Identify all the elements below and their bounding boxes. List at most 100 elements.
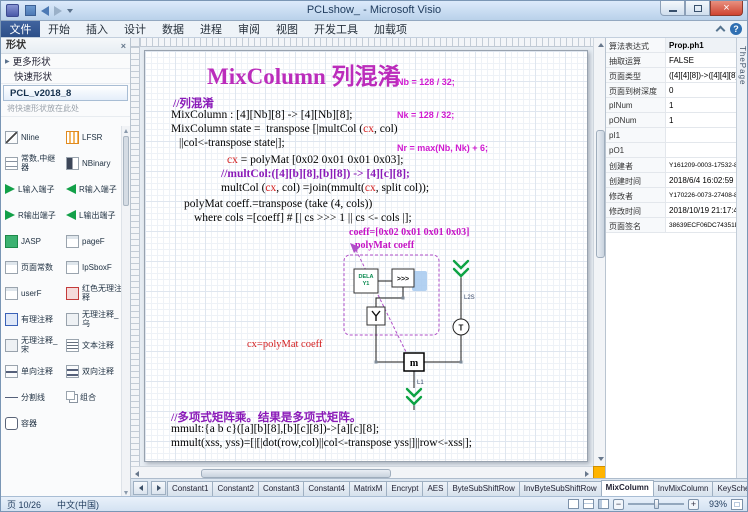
scrollbar-thumb[interactable] bbox=[201, 469, 391, 478]
ribbon-tab-developer[interactable]: 开发工具 bbox=[306, 21, 366, 37]
ribbon-tab-view[interactable]: 视图 bbox=[268, 21, 306, 37]
stencil-item-pagef[interactable]: pageF bbox=[63, 230, 124, 252]
stencil-item-constant[interactable]: 常数,中继器 bbox=[2, 152, 63, 174]
page-tab[interactable]: Constant3 bbox=[258, 481, 304, 496]
stencil-item-container[interactable]: 容器 bbox=[2, 412, 63, 434]
comment-icon bbox=[66, 313, 79, 326]
page-tab[interactable]: Constant1 bbox=[167, 481, 213, 496]
page-tab[interactable]: ByteSubShiftRow bbox=[447, 481, 519, 496]
ribbon-tab-data[interactable]: 数据 bbox=[154, 21, 192, 37]
stencil-item-text-comment[interactable]: 文本注释 bbox=[63, 334, 124, 356]
ribbon-right-controls: ? bbox=[717, 21, 747, 37]
page-tab[interactable]: InvMixColumn bbox=[653, 481, 714, 496]
thepage-panel-tab[interactable]: ThePage bbox=[738, 46, 747, 85]
scroll-right-icon[interactable] bbox=[585, 471, 589, 477]
page-viewport: MixColumn 列混淆 Nb = 128 / 32; Nk = 128 / … bbox=[140, 47, 593, 466]
more-shapes-button[interactable]: ▶ 更多形状 bbox=[1, 54, 130, 69]
delay-shape[interactable]: DELA Y1 bbox=[354, 269, 378, 293]
stencil-item-jasp[interactable]: JASP bbox=[2, 230, 63, 252]
stencil-item-nline[interactable]: Nline bbox=[2, 126, 63, 148]
lfsr-icon bbox=[66, 131, 79, 144]
page-tab[interactable]: Constant2 bbox=[212, 481, 258, 496]
two-way-icon bbox=[66, 365, 79, 378]
page-tab[interactable]: Constant4 bbox=[303, 481, 349, 496]
scroll-down-icon[interactable] bbox=[598, 457, 604, 461]
ribbon-file-tab[interactable]: 文件 bbox=[1, 21, 40, 37]
zoom-in-button[interactable]: + bbox=[688, 499, 699, 510]
scroll-up-icon[interactable] bbox=[124, 129, 128, 133]
stencil-item-comment-wu[interactable]: 无理注释_乌 bbox=[63, 308, 124, 330]
stencil-item-r-output[interactable]: R输出端子 bbox=[2, 204, 63, 226]
maximize-button[interactable] bbox=[685, 1, 710, 16]
zoom-slider[interactable] bbox=[628, 503, 684, 505]
zoom-out-button[interactable]: − bbox=[613, 499, 624, 510]
collapse-ribbon-icon[interactable] bbox=[716, 26, 726, 36]
scroll-up-icon[interactable] bbox=[598, 43, 604, 47]
stencil-item-oneway-comment[interactable]: 单向注释 bbox=[2, 360, 63, 382]
page-tab[interactable]: AES bbox=[422, 481, 448, 496]
close-button[interactable]: × bbox=[710, 1, 743, 16]
fit-page-icon[interactable] bbox=[731, 499, 743, 510]
stencil-item-red-comment[interactable]: 红色无理注释 bbox=[63, 282, 124, 304]
quick-shapes-item[interactable]: 快速形状 bbox=[1, 69, 130, 84]
stencil-item-l-output[interactable]: L输出端子 bbox=[63, 204, 124, 226]
ribbon-tab-insert[interactable]: 插入 bbox=[78, 21, 116, 37]
shift-shape[interactable]: >>> bbox=[392, 269, 414, 287]
undo-icon[interactable] bbox=[41, 6, 49, 16]
pan-view-icon[interactable] bbox=[598, 499, 609, 509]
visio-app-icon[interactable] bbox=[6, 4, 19, 17]
scroll-left-icon[interactable] bbox=[135, 471, 139, 477]
stencil-item-page-constant[interactable]: 页面常数 bbox=[2, 256, 63, 278]
page-tab[interactable]: KeySchedule bbox=[712, 481, 747, 496]
page-tab[interactable]: MatrixM bbox=[349, 481, 387, 496]
stencil-item-r-input[interactable]: R输入端子 bbox=[63, 178, 124, 200]
scrollbar-thumb[interactable] bbox=[596, 130, 605, 258]
shapes-panel-scrollbar[interactable] bbox=[121, 126, 130, 498]
stencil-item-twoway-comment[interactable]: 双向注释 bbox=[63, 360, 124, 382]
output-arrow-icon[interactable] bbox=[407, 389, 421, 404]
help-icon[interactable]: ? bbox=[730, 23, 742, 35]
page-number-indicator[interactable]: 页 10/26 bbox=[7, 498, 41, 511]
stencil-item-divider[interactable]: 分割线 bbox=[2, 386, 63, 408]
xor-shape[interactable] bbox=[367, 307, 385, 325]
shape-data-row: pONum1 bbox=[606, 113, 736, 128]
redo-icon[interactable] bbox=[54, 6, 62, 16]
stencil-item-comment-song[interactable]: 无理注释_宋 bbox=[2, 334, 63, 356]
ribbon-tab-design[interactable]: 设计 bbox=[116, 21, 154, 37]
page-nav-next-button[interactable] bbox=[151, 481, 166, 495]
normal-view-icon[interactable] bbox=[568, 499, 579, 509]
input-arrow-icon[interactable] bbox=[454, 261, 468, 276]
minimize-button[interactable] bbox=[660, 1, 685, 16]
fullscreen-view-icon[interactable] bbox=[583, 499, 594, 509]
ribbon-tab-addins[interactable]: 加载项 bbox=[366, 21, 415, 37]
stencil-tab[interactable]: PCL_v2018_8 bbox=[3, 85, 128, 101]
drawing-page[interactable]: MixColumn 列混淆 Nb = 128 / 32; Nk = 128 / … bbox=[144, 50, 588, 462]
stencil-item-ipsboxf[interactable]: IpSboxF bbox=[63, 256, 124, 278]
save-icon[interactable] bbox=[25, 5, 36, 16]
stencil-item-l-input[interactable]: L输入端子 bbox=[2, 178, 63, 200]
stencil-item-userf[interactable]: userF bbox=[2, 282, 63, 304]
language-indicator[interactable]: 中文(中国) bbox=[57, 498, 99, 511]
zoom-level[interactable]: 93% bbox=[703, 499, 727, 509]
stencil-item-lfsr[interactable]: LFSR bbox=[63, 126, 124, 148]
page-tab[interactable]: Encrypt bbox=[386, 481, 423, 496]
scrollbar-thumb[interactable] bbox=[123, 136, 129, 206]
stencil-tab-label: PCL_v2018_8 bbox=[10, 88, 71, 99]
mmult-shape[interactable]: m bbox=[404, 353, 424, 371]
page-nav-prev-button[interactable] bbox=[133, 481, 148, 495]
qat-dropdown-icon[interactable] bbox=[67, 9, 73, 13]
page-tab-active[interactable]: MixColumn bbox=[601, 480, 654, 496]
group-icon bbox=[66, 391, 75, 400]
scroll-down-icon[interactable] bbox=[124, 491, 128, 495]
page-tab[interactable]: InvByteSubShiftRow bbox=[519, 481, 602, 496]
ribbon-tab-process[interactable]: 进程 bbox=[192, 21, 230, 37]
zoom-slider-thumb[interactable] bbox=[654, 499, 659, 509]
stencil-item-nbinary[interactable]: NBinary bbox=[63, 152, 124, 174]
stencil-item-group[interactable]: 组合 bbox=[63, 386, 124, 408]
stencil-item-rational-comment[interactable]: 有理注释 bbox=[2, 308, 63, 330]
leader-line bbox=[356, 250, 407, 354]
shapes-panel-close-icon[interactable]: × bbox=[121, 39, 126, 54]
transpose-shape[interactable]: T bbox=[453, 319, 469, 335]
ribbon-tab-home[interactable]: 开始 bbox=[40, 21, 78, 37]
ribbon-tab-review[interactable]: 审阅 bbox=[230, 21, 268, 37]
